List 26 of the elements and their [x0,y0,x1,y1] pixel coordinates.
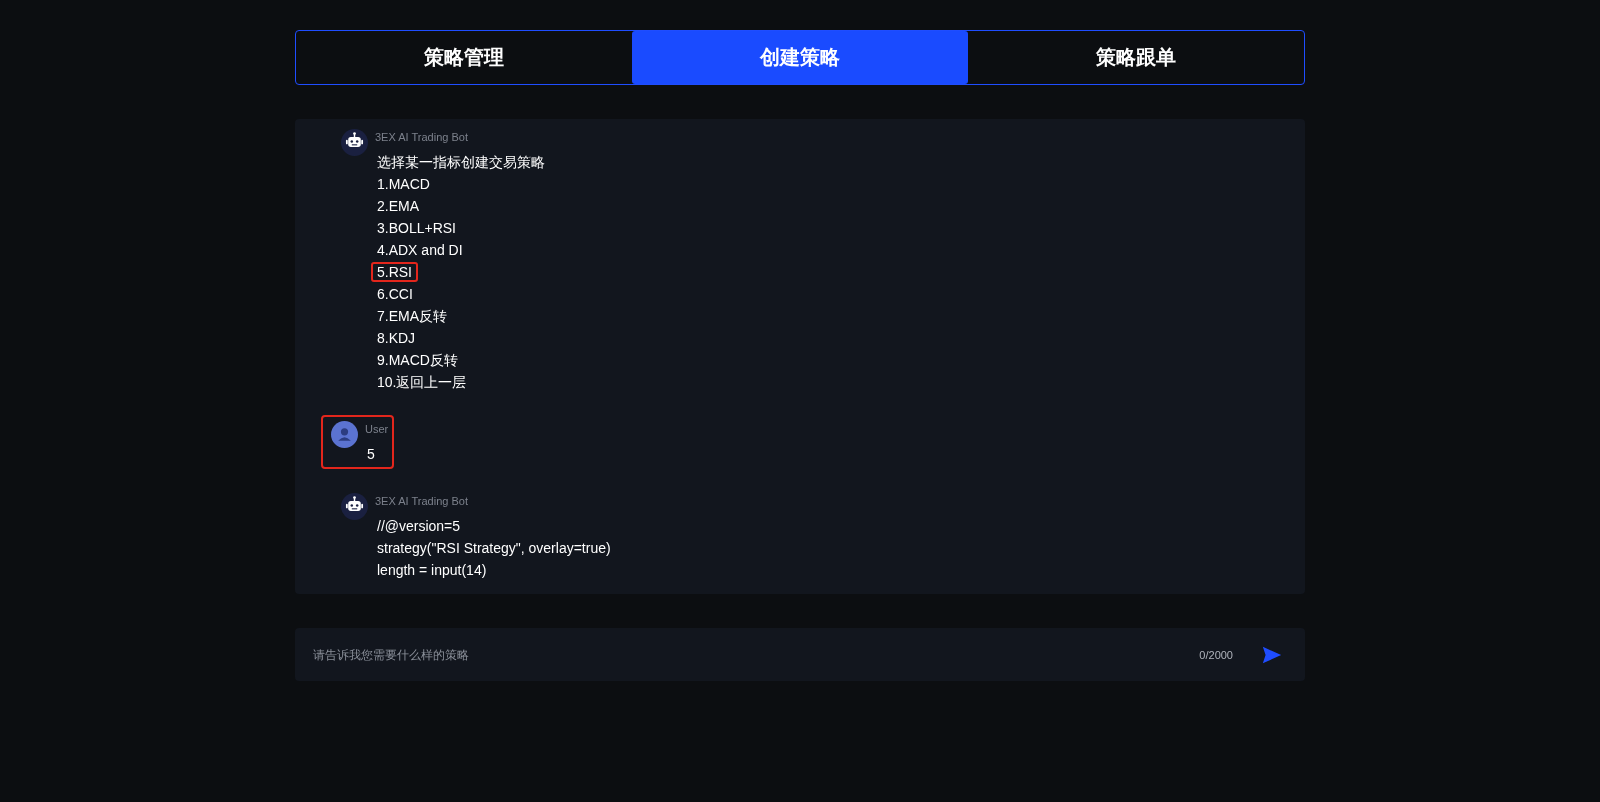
message-line: 选择某一指标创建交易策略 [376,153,546,172]
tab[interactable]: 策略跟单 [968,31,1304,84]
message-input[interactable]: 请告诉我您需要什么样的策略 [311,646,1180,663]
tab[interactable]: 策略管理 [296,31,632,84]
sender-name: 3EX AI Trading Bot [375,130,469,145]
message-line: 6.CCI [376,285,414,304]
message-line: strategy("RSI Strategy", overlay=true) [376,539,612,558]
user-avatar-icon [331,421,358,448]
robot-icon [341,129,368,156]
input-bar[interactable]: 请告诉我您需要什么样的策略 0/2000 [295,628,1305,681]
message-line: 4.ADX and DI [376,241,464,260]
message-line: 8.KDJ [376,329,417,348]
sender-name: User [365,422,389,437]
message-line: 10.返回上一层 [376,373,468,392]
robot-icon [341,493,368,520]
character-counter: 0/2000 [1199,648,1233,661]
message-line: length = input(14) [376,561,488,580]
message-line: 1.MACD [376,175,431,194]
message-line: //@version=5 [376,517,462,536]
tab[interactable]: 创建策略 [632,31,968,84]
message-line: 7.EMA反转 [376,307,448,326]
message-line: 9.MACD反转 [376,351,459,370]
message-line: 5 [366,445,376,464]
message-line: 2.EMA [376,197,420,216]
sender-name: 3EX AI Trading Bot [375,494,469,509]
message-line: 3.BOLL+RSI [376,219,457,238]
